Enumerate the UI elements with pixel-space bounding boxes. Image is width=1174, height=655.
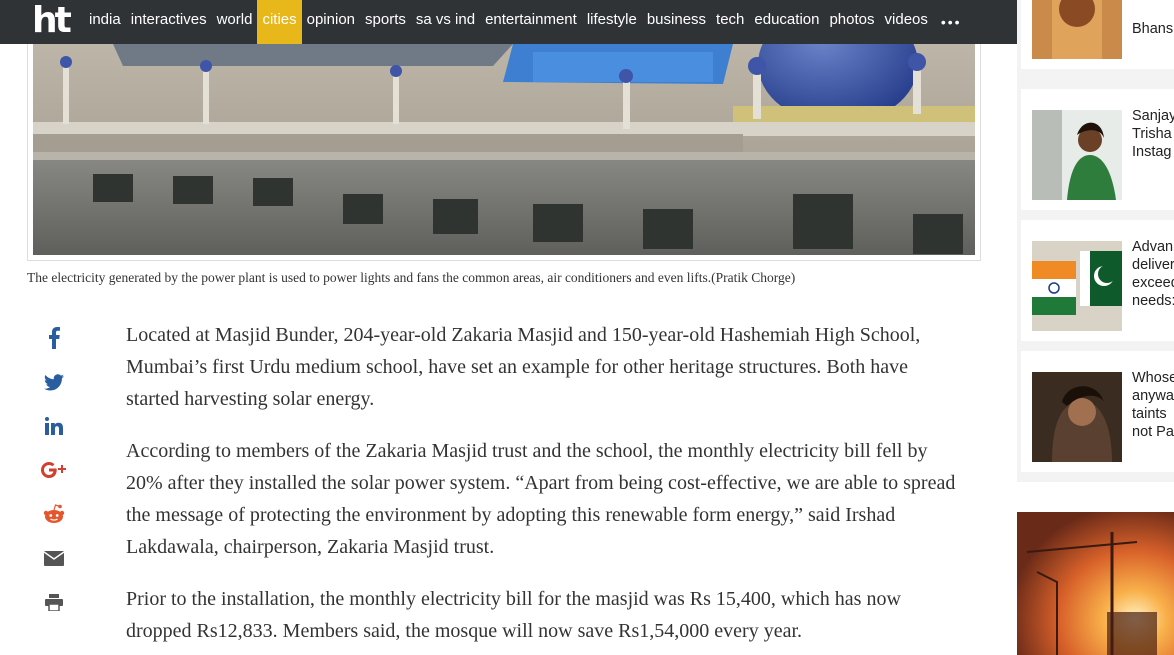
related-story-title: Advan deliver exceed needs: [1132,238,1174,310]
top-nav: ht india interactives world cities opini… [0,0,1017,44]
title-line: Whose [1132,370,1174,386]
nav-item-sports[interactable]: sports [360,0,411,44]
title-line: Trisha [1132,126,1172,142]
story-thumbnail [1032,372,1122,462]
nav-item-world[interactable]: world [212,0,258,44]
related-story-title: Whose anywa taints not Pa [1132,369,1174,441]
reddit-share-button[interactable] [38,498,70,530]
story-thumbnail-image [1032,110,1122,200]
title-line: anywa [1132,388,1174,404]
nav-item-lifestyle[interactable]: lifestyle [582,0,642,44]
related-story-item[interactable]: Whose anywa taints not Pa [1021,351,1174,472]
story-thumbnail [1032,110,1122,200]
twitter-share-button[interactable] [38,366,70,398]
title-line: taints [1132,406,1167,422]
title-line: Advan [1132,239,1174,255]
title-line: Instag [1132,144,1172,160]
nav-item-videos[interactable]: videos [880,0,933,44]
nav-item-education[interactable]: education [749,0,824,44]
nav-item-tech[interactable]: tech [711,0,749,44]
related-story-title: Sanjay Trisha Instag [1132,107,1174,161]
nav-item-interactives[interactable]: interactives [126,0,212,44]
nav-item-entertainment[interactable]: entertainment [480,0,582,44]
title-line: Bhans [1132,21,1174,37]
share-bar [38,322,72,630]
nav-item-business[interactable]: business [642,0,711,44]
story-thumbnail-image [1032,372,1122,462]
logo-text: ht [32,0,72,41]
nav-menu: india interactives world cities opinion … [84,0,970,44]
article-body: Located at Masjid Bunder, 204-year-old Z… [126,319,956,655]
title-line: needs: [1132,293,1174,309]
nav-item-opinion[interactable]: opinion [302,0,360,44]
linkedin-share-button[interactable] [38,410,70,442]
nav-item-photos[interactable]: photos [824,0,879,44]
sidebar-ad-image[interactable] [1017,512,1174,655]
mosque-rooftop-photo [33,44,975,255]
twitter-icon [44,373,64,390]
nav-item-sa-vs-ind[interactable]: sa vs ind [411,0,480,44]
facebook-share-button[interactable] [38,322,70,354]
more-menu-icon[interactable]: ••• [933,2,970,42]
article-paragraph: Located at Masjid Bunder, 204-year-old Z… [126,324,921,410]
related-stories-sidebar: Bhans Sanjay Trisha Instag Advan deliver… [1017,0,1174,482]
title-line: Sanjay [1132,108,1174,124]
print-icon [45,593,63,611]
email-icon [44,550,64,566]
article-paragraph: According to members of the Zakaria Masj… [126,440,956,558]
nav-item-cities[interactable]: cities [257,0,302,44]
hero-image [33,44,975,255]
title-line: not Pa [1132,424,1174,440]
story-thumbnail [1032,241,1122,331]
reddit-icon [43,504,65,523]
construction-sunset-image [1017,512,1174,655]
google-plus-icon [41,462,66,478]
title-line: exceed [1132,275,1174,291]
related-story-item[interactable]: Advan deliver exceed needs: [1021,220,1174,341]
google-plus-share-button[interactable] [38,454,70,486]
article-paragraph: Prior to the installation, the monthly e… [126,588,901,642]
linkedin-icon [45,417,63,435]
print-button[interactable] [38,586,70,618]
title-line: deliver [1132,257,1174,273]
related-story-item[interactable]: Sanjay Trisha Instag [1021,89,1174,210]
facebook-icon [49,327,60,349]
story-thumbnail-image [1032,241,1122,331]
story-thumbnail-image [1032,0,1122,59]
related-story-item[interactable]: Bhans [1021,0,1174,69]
story-thumbnail [1032,0,1122,59]
image-caption: The electricity generated by the power p… [27,270,796,285]
related-story-title: Bhans [1132,0,1174,38]
nav-item-india[interactable]: india [84,0,126,44]
ht-logo[interactable]: ht [0,0,84,44]
email-share-button[interactable] [38,542,70,574]
